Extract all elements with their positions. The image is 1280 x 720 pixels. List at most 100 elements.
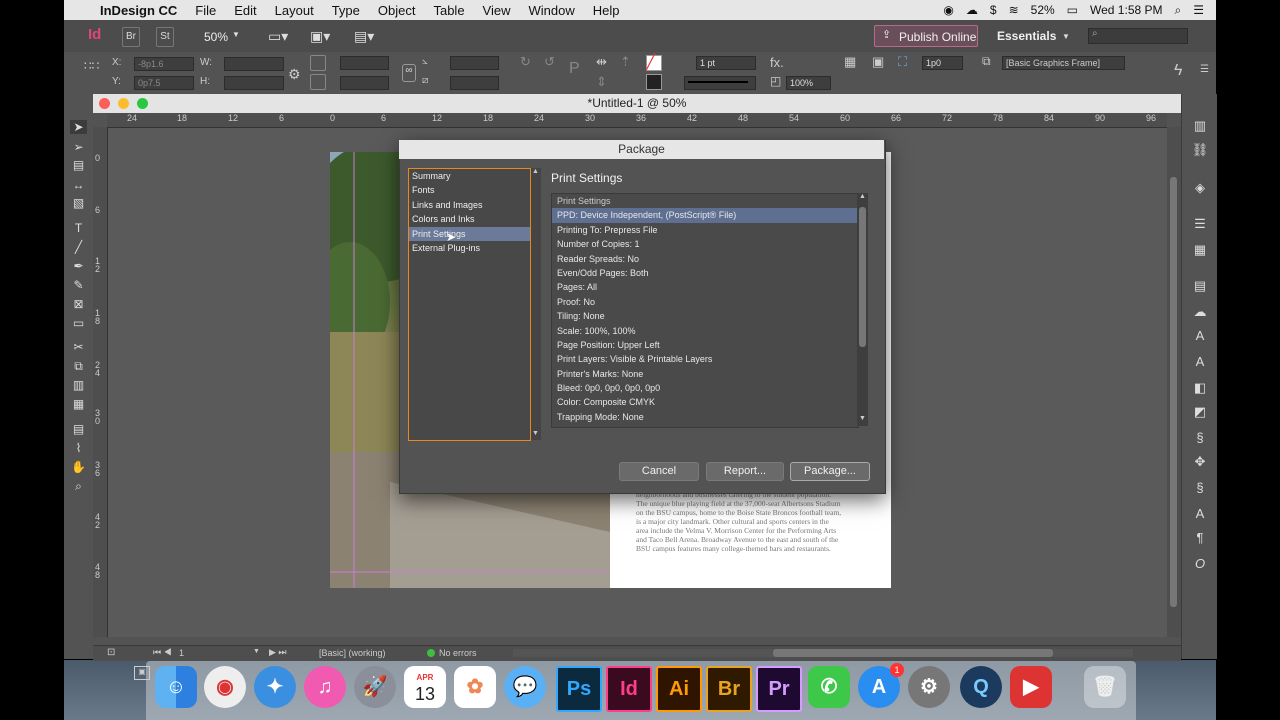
stroke-swatch[interactable] bbox=[646, 74, 662, 90]
glyphs-panel-icon[interactable]: O bbox=[1191, 556, 1209, 572]
gap-field[interactable]: 1p0 bbox=[922, 56, 963, 70]
scrollbar-thumb[interactable] bbox=[859, 207, 866, 347]
menu-table[interactable]: Table bbox=[433, 3, 464, 18]
swatches-panel-icon[interactable]: ▦ bbox=[1191, 242, 1209, 258]
minimize-window-button[interactable] bbox=[118, 98, 129, 109]
rotate-cw-icon[interactable]: ↻ bbox=[520, 54, 531, 70]
settings-scrollbar[interactable]: ▲ ▼ bbox=[857, 193, 868, 426]
stroke-type-select[interactable] bbox=[684, 76, 756, 90]
preview-mode-icon[interactable]: ⊡ bbox=[107, 647, 115, 658]
zoom-window-button[interactable] bbox=[137, 98, 148, 109]
object-style-select[interactable]: [Basic Graphics Frame] bbox=[1002, 56, 1125, 70]
selection-tool-icon[interactable]: ➤ bbox=[70, 120, 87, 134]
gap-tool-icon[interactable]: ↔ bbox=[70, 178, 87, 192]
rectangle-tool-icon[interactable]: ▭ bbox=[70, 316, 87, 330]
hand-tool-icon[interactable]: ✋ bbox=[70, 460, 87, 474]
links-panel-icon[interactable]: ⛓ bbox=[1191, 142, 1209, 158]
page-nav-prev-icon[interactable]: ⏮ ◀ bbox=[153, 647, 172, 658]
settings-row[interactable]: PPD: Device Independent, (PostScript® Fi… bbox=[552, 208, 858, 223]
menu-file[interactable]: File bbox=[195, 3, 216, 18]
hscroll-thumb[interactable] bbox=[773, 649, 1053, 657]
menu-view[interactable]: View bbox=[483, 3, 511, 18]
battery-percent[interactable]: 52% bbox=[1031, 3, 1055, 17]
vertical-scrollbar[interactable] bbox=[1167, 127, 1181, 637]
settings-row[interactable]: Proof: No bbox=[552, 295, 858, 309]
workspace-chevron-icon[interactable]: ▼ bbox=[1062, 32, 1070, 41]
quick-apply-icon[interactable]: ϟ bbox=[1174, 62, 1182, 80]
scroll-down-icon[interactable]: ▼ bbox=[859, 415, 866, 422]
zoom-level[interactable]: 50% bbox=[204, 30, 228, 44]
record-icon[interactable]: ◉ bbox=[943, 3, 953, 17]
cancel-button[interactable]: Cancel bbox=[619, 462, 699, 481]
calendar-icon[interactable]: APR 13 bbox=[404, 666, 446, 708]
settings-row[interactable]: Trapping Mode: None bbox=[552, 410, 858, 424]
chrome-icon[interactable]: ◉ bbox=[204, 666, 246, 708]
cc-libraries-icon[interactable]: ☁ bbox=[1191, 304, 1209, 320]
free-transform-tool-icon[interactable]: ⧉ bbox=[70, 359, 87, 373]
text-wrap-icon[interactable]: ◩ bbox=[1191, 404, 1209, 420]
package-button[interactable]: Package... bbox=[790, 462, 870, 481]
link-proportions-icon[interactable]: ∞ bbox=[402, 64, 416, 82]
search-input[interactable] bbox=[1088, 28, 1188, 44]
settings-row[interactable]: Printing To: Prepress File bbox=[552, 223, 858, 237]
page-number[interactable]: 1 bbox=[179, 648, 184, 658]
settings-row[interactable]: Number of Copies: 1 bbox=[552, 237, 858, 251]
nav-item-summary[interactable]: Summary bbox=[409, 169, 530, 183]
nav-item-print-settings[interactable]: Print Settings bbox=[409, 226, 530, 241]
close-window-button[interactable] bbox=[99, 98, 110, 109]
facetime-icon[interactable]: ✆ bbox=[808, 666, 850, 708]
dollar-icon[interactable]: $ bbox=[990, 3, 997, 17]
settings-row[interactable]: Bleed: 0p0, 0p0, 0p0, 0p0 bbox=[552, 381, 858, 395]
quicktime-icon[interactable]: Q bbox=[960, 666, 1002, 708]
stroke-panel-icon[interactable]: ☰ bbox=[1191, 216, 1209, 232]
reference-point-icon[interactable]: ∷∷ bbox=[84, 60, 100, 78]
scale-y-icon[interactable] bbox=[310, 74, 326, 90]
trash-icon[interactable]: 🗑 bbox=[1084, 666, 1126, 708]
view-options-icon[interactable]: ▭▾ bbox=[268, 28, 288, 45]
eyedropper-tool-icon[interactable]: ⌇ bbox=[70, 441, 87, 455]
arrange-documents-icon[interactable]: ▤▾ bbox=[354, 28, 374, 45]
scale-y-field[interactable] bbox=[340, 76, 389, 90]
y-field[interactable]: 0p7.5 bbox=[134, 76, 194, 90]
indesign-icon[interactable]: Id bbox=[606, 666, 652, 712]
scale-x-field[interactable] bbox=[340, 56, 389, 70]
menu-help[interactable]: Help bbox=[593, 3, 620, 18]
gap-icon[interactable]: ⛶ bbox=[898, 54, 907, 70]
settings-row[interactable]: Tiling: None bbox=[552, 309, 858, 323]
itunes-icon[interactable]: ♫ bbox=[304, 666, 346, 708]
premiere-icon[interactable]: Pr bbox=[756, 666, 802, 712]
shear-field[interactable] bbox=[450, 76, 499, 90]
menu-layout[interactable]: Layout bbox=[275, 3, 314, 18]
wifi-icon[interactable]: ≋ bbox=[1009, 3, 1019, 17]
fitting-icon[interactable]: ▦ bbox=[844, 54, 856, 70]
menu-window[interactable]: Window bbox=[529, 3, 575, 18]
effects-panel-icon[interactable]: ✥ bbox=[1191, 454, 1209, 470]
pages-panel-icon[interactable]: ▥ bbox=[1191, 118, 1209, 134]
settings-row[interactable]: Color: Composite CMYK bbox=[552, 395, 858, 409]
note-tool-icon[interactable]: ▤ bbox=[70, 422, 87, 436]
spotlight-icon[interactable]: ⌕ bbox=[1175, 3, 1182, 18]
menu-object[interactable]: Object bbox=[378, 3, 416, 18]
nav-item-external-plug-ins[interactable]: External Plug-ins bbox=[409, 241, 530, 255]
nav-item-colors-and-inks[interactable]: Colors and Inks bbox=[409, 212, 530, 226]
launchpad-icon[interactable]: 🚀 bbox=[354, 666, 396, 708]
system-preferences-icon[interactable]: ⚙ bbox=[908, 666, 950, 708]
photos-icon[interactable]: ✿ bbox=[454, 666, 496, 708]
frame-fitting-icon[interactable]: ▣ bbox=[872, 54, 884, 70]
photoshop-icon[interactable]: Ps bbox=[556, 666, 602, 712]
finder-icon[interactable]: ☺ bbox=[155, 666, 197, 708]
line-tool-icon[interactable]: ╱ bbox=[70, 240, 87, 254]
opacity-field[interactable]: 100% bbox=[786, 76, 831, 90]
flip-vertical-icon[interactable]: ⇕ bbox=[596, 74, 607, 90]
page-tool-icon[interactable]: ▤ bbox=[70, 158, 87, 172]
x-field[interactable]: -8p1.6 bbox=[134, 57, 194, 71]
select-container-icon[interactable]: ⇡ bbox=[620, 54, 631, 70]
graphic-styles-icon[interactable]: ◧ bbox=[1191, 380, 1209, 396]
settings-row[interactable]: Reader Spreads: No bbox=[552, 252, 858, 266]
scroll-up-icon[interactable]: ▲ bbox=[859, 193, 866, 200]
screenflow-icon[interactable]: ▶ bbox=[1010, 666, 1052, 708]
page-dropdown-icon[interactable]: ▼ bbox=[253, 648, 260, 655]
zoom-chevron-down-icon[interactable]: ▼ bbox=[232, 30, 240, 39]
flip-horizontal-icon[interactable]: ⇹ bbox=[596, 54, 607, 70]
pencil-tool-icon[interactable]: ✎ bbox=[70, 278, 87, 292]
